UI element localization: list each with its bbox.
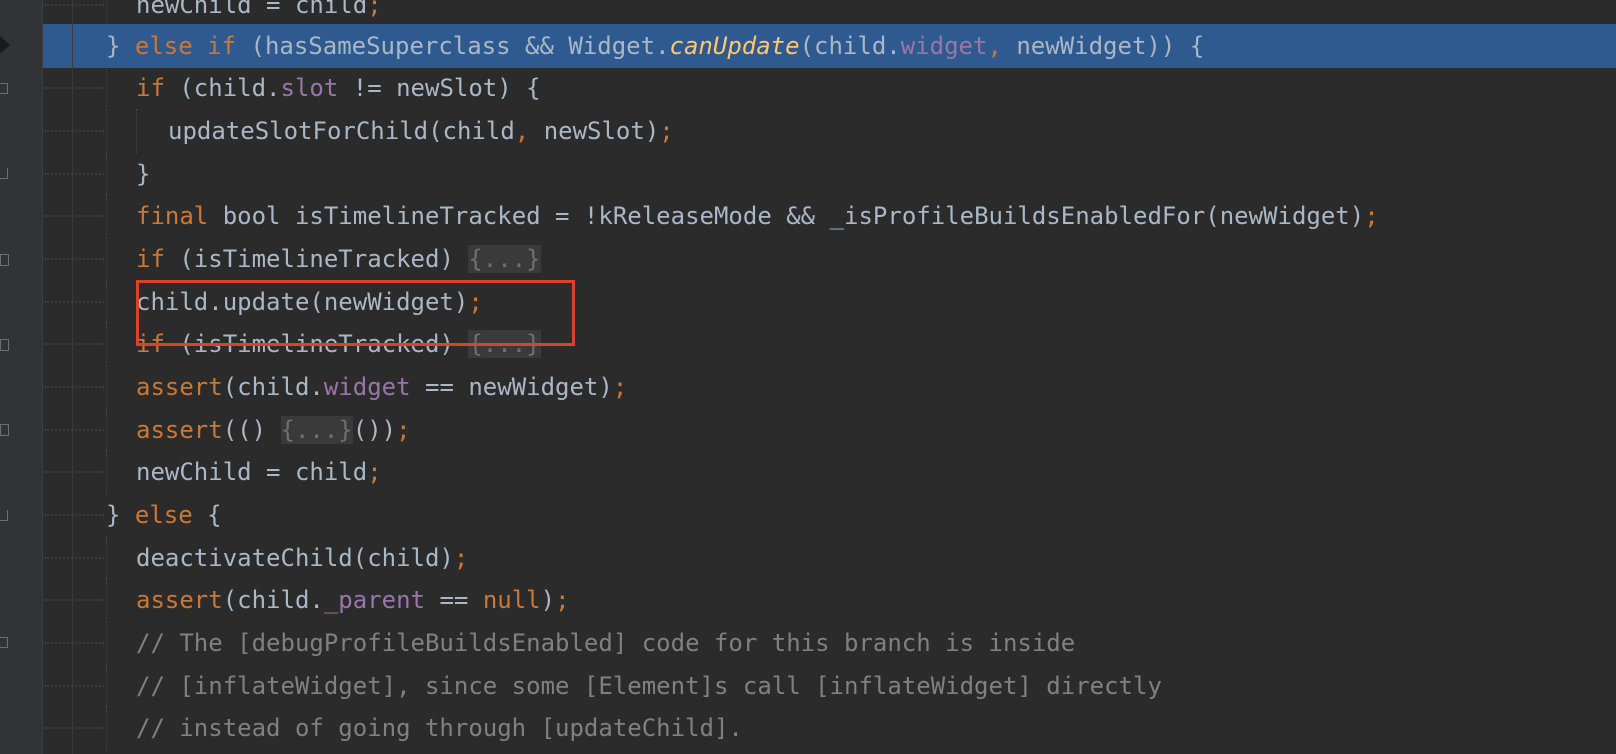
code-line[interactable]: } <box>0 152 1616 196</box>
code-token: ; <box>367 0 382 19</box>
execution-point-arrow-icon <box>0 36 10 54</box>
code-comment: // The [debugProfileBuildsEnabled] code … <box>136 629 1076 657</box>
code-line[interactable]: assert(child._parent == null); <box>0 578 1616 622</box>
code-semicolon: ; <box>367 458 382 486</box>
code-text: (child. <box>179 74 281 102</box>
code-text: (child. <box>799 32 901 60</box>
code-keyword: final <box>136 202 223 230</box>
code-keyword: null <box>482 586 541 614</box>
code-semicolon: ; <box>396 416 411 444</box>
gutter-separator <box>72 0 73 754</box>
code-text: } <box>106 501 135 529</box>
fold-end-marker-icon[interactable] <box>0 510 8 521</box>
code-text: deactivateChild(child) <box>136 544 454 572</box>
folded-code-block[interactable]: {...} <box>468 245 541 273</box>
code-keyword: if <box>136 74 180 102</box>
code-keyword: assert <box>136 373 223 401</box>
code-line[interactable]: // instead of going through [updateChild… <box>0 706 1616 750</box>
code-text: newChild = child <box>136 458 368 486</box>
code-text: } <box>106 32 135 60</box>
code-text: newChild = child <box>136 0 368 19</box>
code-text: != newSlot) { <box>338 74 541 102</box>
fold-marker-icon[interactable] <box>0 83 8 94</box>
code-semicolon: ; <box>1364 202 1379 230</box>
code-text: updateSlotForChild(child <box>168 117 515 145</box>
code-keyword: else if <box>134 32 251 60</box>
code-method: canUpdate <box>669 32 800 60</box>
code-text: == newWidget) <box>410 373 613 401</box>
code-keyword: assert <box>136 586 223 614</box>
code-line[interactable]: updateSlotForChild(child, newSlot); <box>0 109 1616 153</box>
code-comment: // instead of going through [updateChild… <box>136 714 743 742</box>
annotation-highlight-box <box>136 280 575 346</box>
code-semicolon: ; <box>659 117 674 145</box>
code-text: { <box>207 501 222 529</box>
code-comma: , <box>987 32 1017 60</box>
code-line[interactable]: final bool isTimelineTracked = !kRelease… <box>0 194 1616 238</box>
code-field: widget <box>900 32 988 60</box>
code-line[interactable]: if (child.slot != newSlot) { <box>0 66 1616 110</box>
folded-code-block[interactable]: {...} <box>280 416 353 444</box>
fold-expand-icon[interactable] <box>0 254 9 266</box>
code-text: newSlot) <box>543 117 660 145</box>
code-semicolon: ; <box>612 373 628 401</box>
code-line[interactable]: newChild = child; <box>0 450 1616 494</box>
code-keyword: else <box>134 501 208 529</box>
code-line[interactable]: if (isTimelineTracked) {...} <box>0 237 1616 281</box>
code-line-current[interactable]: } else if (hasSameSuperclass && Widget.c… <box>0 24 1616 68</box>
code-editor[interactable]: newChild = child; } else if (hasSameSupe… <box>0 0 1616 754</box>
code-keyword: if <box>136 245 180 273</box>
code-comma: , <box>514 117 544 145</box>
code-line[interactable]: deactivateChild(child); <box>0 536 1616 580</box>
code-line[interactable]: } else { <box>0 493 1616 537</box>
code-line[interactable]: // [inflateWidget], since some [Element]… <box>0 664 1616 708</box>
code-semicolon: ; <box>453 544 469 572</box>
code-text: == <box>425 586 483 614</box>
fold-end-marker-icon[interactable] <box>0 168 8 179</box>
code-field: _parent <box>323 586 426 614</box>
code-field: slot <box>280 74 339 102</box>
code-field: widget <box>323 373 411 401</box>
editor-gutter[interactable] <box>0 0 43 754</box>
code-line[interactable]: newChild = child; <box>0 0 1616 27</box>
code-semicolon: ; <box>555 586 570 614</box>
code-text: } <box>136 160 151 188</box>
code-text: ) <box>540 586 556 614</box>
code-text: ()) <box>352 416 397 444</box>
code-line[interactable]: // The [debugProfileBuildsEnabled] code … <box>0 621 1616 665</box>
code-text: (child. <box>222 586 324 614</box>
fold-expand-icon[interactable] <box>0 339 9 351</box>
fold-expand-icon[interactable] <box>0 424 9 436</box>
code-area[interactable]: newChild = child; } else if (hasSameSupe… <box>0 0 1616 754</box>
code-line[interactable]: assert(child.widget == newWidget); <box>0 365 1616 409</box>
code-text: (isTimelineTracked) <box>179 245 469 273</box>
fold-marker-icon[interactable] <box>0 637 8 648</box>
code-text: (child. <box>222 373 324 401</box>
code-line[interactable]: assert(() {...}()); <box>0 408 1616 452</box>
code-text: (() <box>222 416 281 444</box>
code-keyword: assert <box>136 416 223 444</box>
code-text: (hasSameSuperclass && Widget. <box>250 32 670 60</box>
code-comment: // [inflateWidget], since some [Element]… <box>136 672 1162 700</box>
code-text: bool isTimelineTracked = !kReleaseMode &… <box>222 202 1365 230</box>
code-text: newWidget)) { <box>1016 32 1205 60</box>
